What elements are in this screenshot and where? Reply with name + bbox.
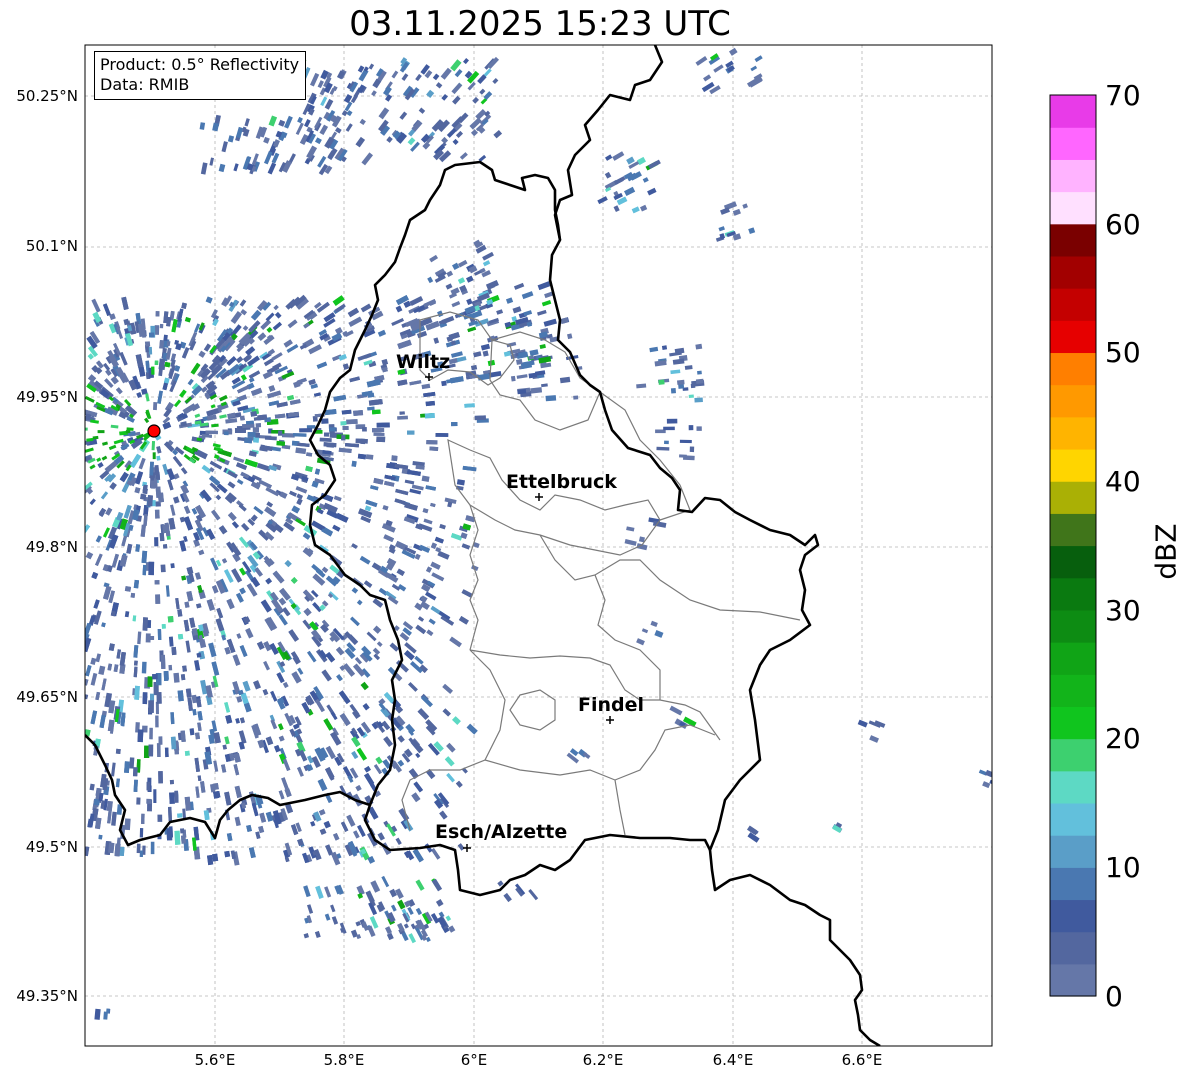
map-background <box>85 45 992 1046</box>
colorbar-segment <box>1050 127 1096 160</box>
colorbar-label: dBZ <box>1149 523 1183 580</box>
lat-label-49-8: 49.8°N <box>25 538 78 556</box>
colorbar-tick-40: 40 <box>1105 465 1141 498</box>
lon-label-5-6: 5.6°E <box>194 1051 236 1069</box>
lon-label-5-8: 5.8°E <box>323 1051 365 1069</box>
colorbar-tick-10: 10 <box>1105 851 1141 884</box>
colorbar-segment <box>1050 835 1096 868</box>
colorbar-segment <box>1050 191 1096 225</box>
lat-label-50-25: 50.25°N <box>16 87 78 105</box>
colorbar-segment <box>1050 320 1096 354</box>
colorbar-segment <box>1050 706 1096 740</box>
lat-label-50-1: 50.1°N <box>25 237 78 255</box>
colorbar-segment <box>1050 577 1096 611</box>
city-label-wiltz: Wiltz <box>396 351 451 373</box>
colorbar-segment <box>1050 384 1096 418</box>
lon-label-6-6: 6.6°E <box>841 1051 883 1069</box>
colorbar-tick-70: 70 <box>1105 79 1141 112</box>
colorbar-tick-30: 30 <box>1105 594 1141 627</box>
radar-site-marker <box>147 424 161 438</box>
colorbar-segment <box>1050 481 1096 514</box>
colorbar-tick-60: 60 <box>1105 208 1141 241</box>
city-label-esch: Esch/Alzette <box>435 821 568 843</box>
colorbar-segment <box>1050 963 1096 997</box>
colorbar-segment <box>1050 802 1096 836</box>
city-label-findel: Findel <box>578 694 645 716</box>
city-label-ettelbruck: Ettelbruck <box>506 471 617 493</box>
colorbar-segment <box>1050 352 1096 386</box>
colorbar-tick-20: 20 <box>1105 722 1141 755</box>
lat-label-49-65: 49.65°N <box>16 688 78 706</box>
colorbar-segment <box>1050 674 1096 707</box>
colorbar-segment <box>1050 642 1096 675</box>
lat-label-49-35: 49.35°N <box>16 987 78 1005</box>
colorbar-segment <box>1050 448 1096 482</box>
lon-label-6-2: 6.2°E <box>582 1051 624 1069</box>
colorbar-segment <box>1050 223 1096 257</box>
colorbar-segment <box>1050 416 1096 450</box>
colorbar-segment <box>1050 770 1096 804</box>
colorbar-segment <box>1050 255 1096 289</box>
colorbar-segment <box>1050 513 1096 547</box>
colorbar-tick-0: 0 <box>1105 980 1123 1013</box>
lat-label-49-5: 49.5°N <box>25 838 78 856</box>
colorbar-segment <box>1050 288 1096 321</box>
colorbar <box>1050 95 1096 997</box>
colorbar-segment <box>1050 609 1096 643</box>
product-info-box: Product: 0.5° Reflectivity Data: RMIB <box>94 51 307 100</box>
colorbar-segment <box>1050 95 1096 128</box>
colorbar-segment <box>1050 545 1096 579</box>
product-text: Product: 0.5° Reflectivity <box>100 55 300 74</box>
colorbar-segment <box>1050 931 1096 965</box>
colorbar-segment <box>1050 867 1096 901</box>
colorbar-segment <box>1050 159 1096 193</box>
radar-map <box>84 44 1097 1047</box>
data-source-text: Data: RMIB <box>100 75 190 94</box>
lat-label-49-95: 49.95°N <box>16 388 78 406</box>
colorbar-tick-50: 50 <box>1105 336 1141 369</box>
colorbar-segment <box>1050 738 1096 772</box>
lon-label-6: 6°E <box>460 1051 488 1069</box>
lon-label-6-4: 6.4°E <box>712 1051 754 1069</box>
colorbar-segment <box>1050 899 1096 933</box>
